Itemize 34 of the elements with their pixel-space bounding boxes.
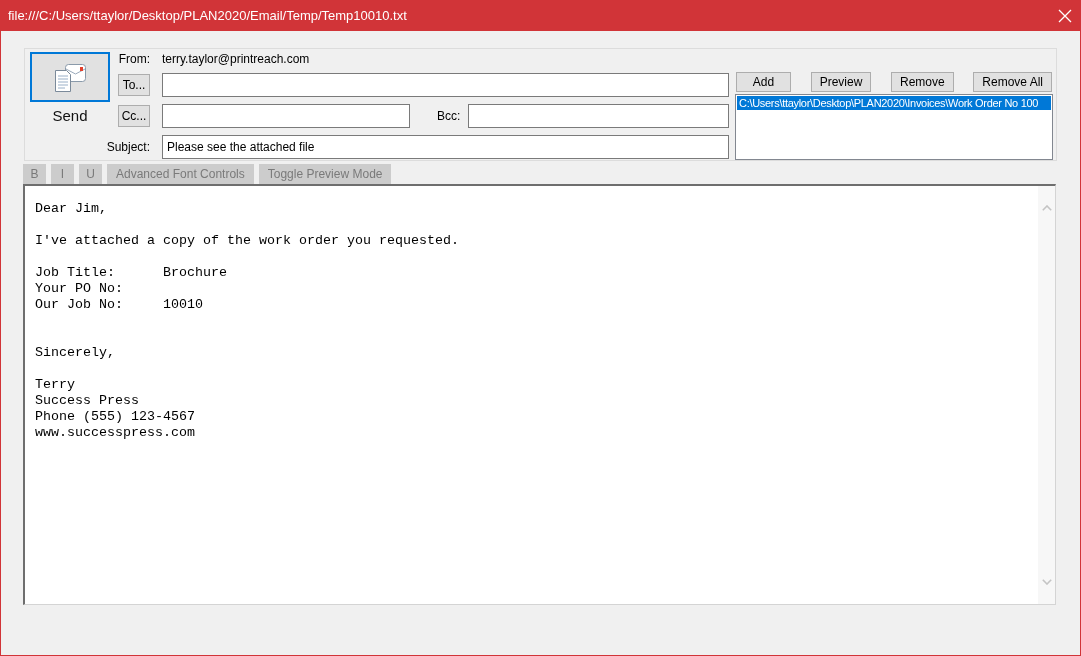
attachment-action-button[interactable]: Add: [736, 72, 791, 92]
attachment-list[interactable]: C:\Users\ttaylor\Desktop\PLAN2020\Invoices\Work Order No 100: [735, 94, 1053, 160]
signature-line: www.successpress.com: [35, 425, 195, 440]
detail-value: 10010: [162, 297, 203, 313]
send-label: Send: [52, 107, 88, 125]
attachment-action-button[interactable]: Remove All: [973, 72, 1052, 92]
from-label: From:: [118, 50, 150, 68]
detail-label: Your PO No:: [35, 281, 123, 297]
detail-label: Job Title:: [35, 265, 115, 281]
attachment-action-button[interactable]: Remove: [890, 72, 954, 92]
send-button[interactable]: [30, 52, 110, 102]
cc-field[interactable]: [162, 104, 410, 128]
bcc-label: Bcc:: [437, 108, 461, 125]
signature-line: Terry: [35, 377, 75, 392]
body-text: I've attached a copy of the work order you requested.: [35, 233, 459, 248]
detail-value: Brochure: [162, 265, 227, 281]
message-body-field[interactable]: Dear Jim, I've attached a copy of the work order you requested. Job Title: Brochure Your PO No: Our Job No: 10010 Sincerely, Terry Success Press Phone (555) 123-4567 www.successpress.com: [23, 184, 1056, 605]
subject-label: Subject:: [106, 139, 150, 156]
detail-label: Our Job No:: [35, 297, 123, 313]
window-title: file:///C:/Users/ttaylor/Desktop/PLAN2020/Email/Temp/Temp10010.txt: [8, 6, 407, 25]
to-button[interactable]: To...: [118, 74, 150, 96]
close-icon[interactable]: [1058, 8, 1072, 23]
greeting-text: Dear Jim,: [35, 201, 107, 216]
attachment-item[interactable]: C:\Users\ttaylor\Desktop\PLAN2020\Invoices\Work Order No 100: [737, 96, 1051, 110]
closing-text: Sincerely,: [35, 345, 115, 360]
signature-line: Success Press: [35, 393, 139, 408]
document-envelope-icon: [53, 61, 87, 93]
to-field[interactable]: [162, 73, 729, 97]
cc-button[interactable]: Cc...: [118, 105, 150, 127]
subject-field[interactable]: Please see the attached file: [162, 135, 729, 159]
bcc-field[interactable]: [468, 104, 729, 128]
signature-line: Phone (555) 123-4567: [35, 409, 195, 424]
from-address: terry.taylor@printreach.com: [162, 50, 310, 68]
attachment-action-button[interactable]: Preview: [810, 72, 872, 92]
